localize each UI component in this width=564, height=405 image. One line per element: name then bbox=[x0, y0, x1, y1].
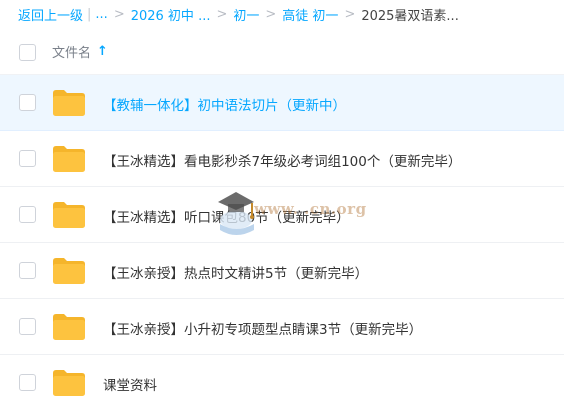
file-row[interactable]: 课堂资料 bbox=[0, 355, 564, 405]
file-list-header: 文件名 ↑ bbox=[0, 30, 564, 75]
chevron-right-icon: > bbox=[216, 6, 228, 22]
file-name[interactable]: 【王冰精选】看电影秒杀7年级必考词组100个（更新完毕） bbox=[103, 150, 461, 170]
file-name[interactable]: 【王冰亲授】热点时文精讲5节（更新完毕） bbox=[103, 262, 368, 282]
file-name[interactable]: 【王冰亲授】小升初专项题型点睛课3节（更新完毕） bbox=[103, 318, 422, 338]
folder-icon bbox=[53, 146, 85, 172]
breadcrumb-item-grade1[interactable]: 初一 bbox=[233, 5, 259, 24]
file-name[interactable]: 【王冰精选】听口课包80节（更新完毕） bbox=[103, 206, 350, 226]
chevron-right-icon: > bbox=[113, 6, 125, 22]
file-row[interactable]: 【教辅一体化】初中语法切片（更新中） bbox=[0, 75, 564, 131]
select-all-checkbox[interactable] bbox=[19, 44, 36, 61]
arrow-up-icon[interactable]: ↑ bbox=[97, 44, 108, 59]
folder-icon bbox=[53, 202, 85, 228]
row-checkbox[interactable] bbox=[19, 318, 36, 335]
file-row[interactable]: 【王冰亲授】热点时文精讲5节（更新完毕） bbox=[0, 243, 564, 299]
file-name[interactable]: 课堂资料 bbox=[103, 374, 157, 394]
row-checkbox[interactable] bbox=[19, 150, 36, 167]
breadcrumb-item-2026[interactable]: 2026 初中 ... bbox=[131, 5, 211, 24]
file-row[interactable]: 【王冰精选】听口课包80节（更新完毕） bbox=[0, 187, 564, 243]
row-checkbox[interactable] bbox=[19, 262, 36, 279]
breadcrumb: 返回上一级 | ... > 2026 初中 ... > 初一 > 高徒 初一 >… bbox=[0, 0, 564, 28]
breadcrumb-divider: | bbox=[87, 6, 92, 22]
file-name[interactable]: 【教辅一体化】初中语法切片（更新中） bbox=[103, 94, 346, 114]
folder-icon bbox=[53, 370, 85, 396]
chevron-right-icon: > bbox=[344, 6, 356, 22]
file-row[interactable]: 【王冰精选】看电影秒杀7年级必考词组100个（更新完毕） bbox=[0, 131, 564, 187]
row-checkbox[interactable] bbox=[19, 374, 36, 391]
breadcrumb-item-gaotu[interactable]: 高徒 初一 bbox=[282, 5, 338, 24]
file-row[interactable]: 【王冰亲授】小升初专项题型点睛课3节（更新完毕） bbox=[0, 299, 564, 355]
folder-icon bbox=[53, 90, 85, 116]
row-checkbox[interactable] bbox=[19, 206, 36, 223]
breadcrumb-ellipsis[interactable]: ... bbox=[95, 7, 107, 22]
column-header-label: 文件名 bbox=[52, 46, 92, 61]
folder-icon bbox=[53, 314, 85, 340]
row-checkbox[interactable] bbox=[19, 94, 36, 111]
back-link[interactable]: 返回上一级 bbox=[18, 5, 83, 24]
chevron-right-icon: > bbox=[265, 6, 277, 22]
folder-icon bbox=[53, 258, 85, 284]
breadcrumb-current: 2025暑双语素... bbox=[361, 8, 459, 24]
column-header-name[interactable]: 文件名 ↑ bbox=[52, 42, 108, 61]
